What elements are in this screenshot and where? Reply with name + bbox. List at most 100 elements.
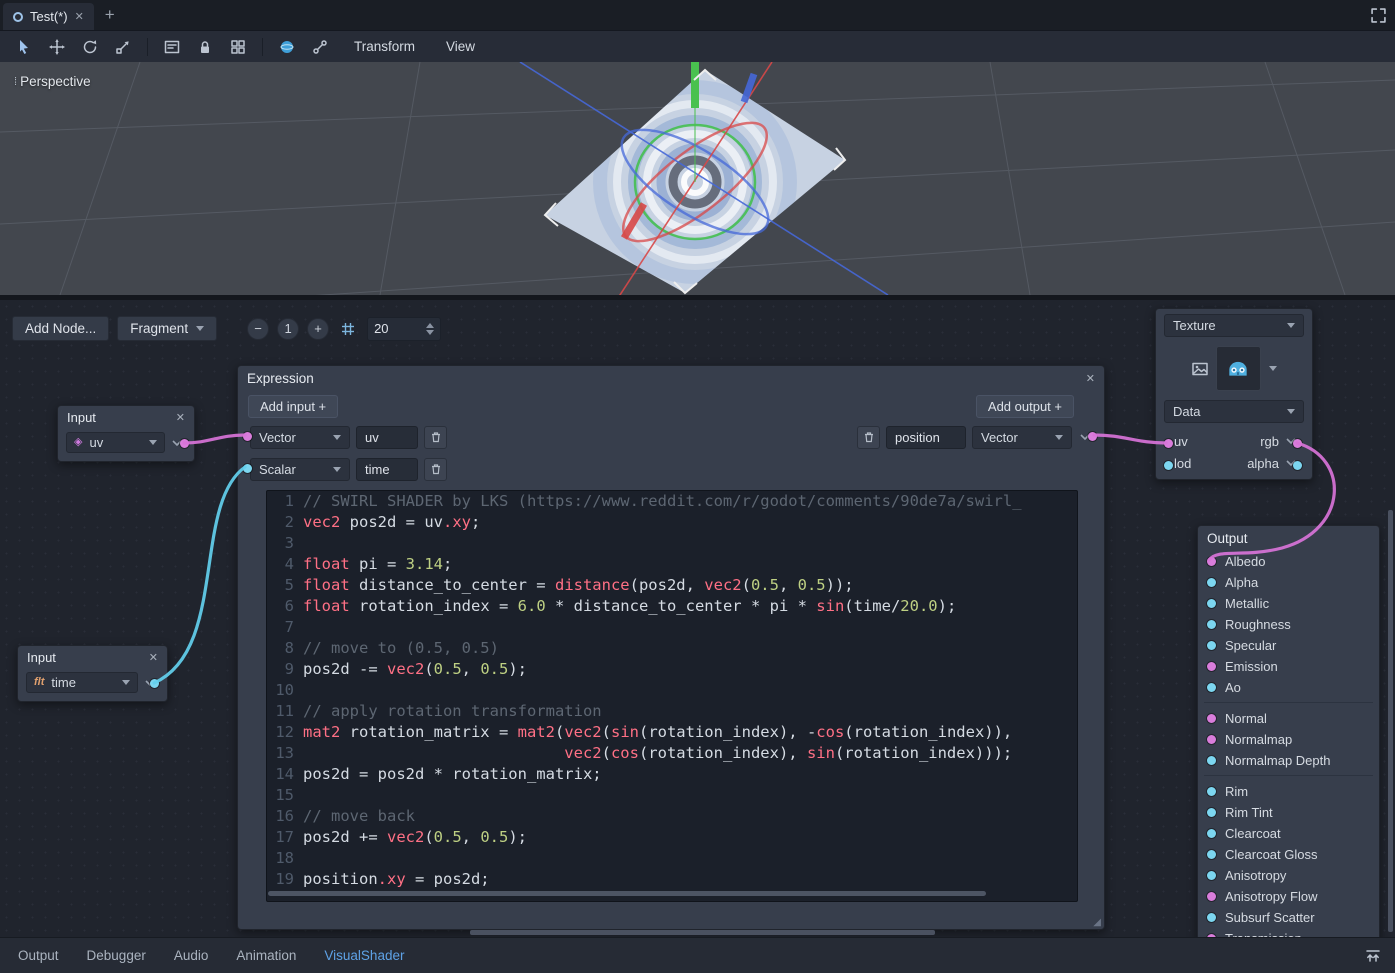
port-dot[interactable]: [1207, 662, 1216, 671]
perspective-menu[interactable]: ⁞ Perspective: [14, 74, 91, 89]
gizmo-sphere-icon[interactable]: [274, 35, 300, 59]
bottom-tab-debugger[interactable]: Debugger: [73, 948, 160, 963]
bottom-tab-audio[interactable]: Audio: [160, 948, 223, 963]
texture-preview[interactable]: [1216, 346, 1261, 391]
resize-grabber-icon[interactable]: ◢: [1093, 918, 1101, 928]
output-type-dropdown[interactable]: Vector: [972, 426, 1072, 449]
expression-node-header[interactable]: Expression ✕: [238, 366, 1104, 391]
output-port-normalmap[interactable]: Normalmap: [1198, 729, 1379, 750]
scene-tab[interactable]: Test(*) ✕: [3, 3, 94, 30]
expand-panel-icon[interactable]: [1355, 949, 1391, 963]
zoom-reset-button[interactable]: 1: [277, 318, 299, 340]
input-uv-output-port[interactable]: [180, 439, 189, 448]
texture-type-dropdown[interactable]: Texture: [1164, 314, 1304, 337]
input-time-output-port[interactable]: [150, 679, 159, 688]
visual-shader-graph[interactable]: Add Node... Fragment − 1 + 20 Expression…: [0, 300, 1395, 937]
port-dot[interactable]: [1207, 714, 1216, 723]
bottom-tab-animation[interactable]: Animation: [222, 948, 310, 963]
lock-icon[interactable]: [192, 35, 218, 59]
input-name-field[interactable]: [356, 458, 418, 481]
zoom-out-button[interactable]: −: [247, 318, 269, 340]
transform-menu[interactable]: Transform: [344, 36, 425, 57]
input-name-field[interactable]: [356, 426, 418, 449]
output-port-metallic[interactable]: Metallic: [1198, 593, 1379, 614]
output-name-field[interactable]: [886, 426, 966, 449]
close-node-icon[interactable]: ✕: [176, 411, 185, 424]
port-dot[interactable]: [1207, 787, 1216, 796]
bottom-tab-visualshader[interactable]: VisualShader: [310, 948, 418, 963]
port-dot[interactable]: [1207, 599, 1216, 608]
snap-grid-icon[interactable]: [337, 318, 359, 340]
add-node-button[interactable]: Add Node...: [12, 316, 109, 341]
move-tool-icon[interactable]: [44, 35, 70, 59]
input-value-dropdown[interactable]: ◈ uv: [66, 432, 165, 453]
output-port-normalmap-depth[interactable]: Normalmap Depth: [1198, 750, 1379, 771]
graph-vscrollbar[interactable]: [1388, 510, 1393, 932]
output-port-transmission[interactable]: Transmission: [1198, 928, 1379, 937]
add-input-button[interactable]: Add input +: [248, 395, 338, 418]
input-value-dropdown[interactable]: flt time: [26, 672, 138, 693]
select-tool-icon[interactable]: [11, 35, 37, 59]
output-port-albedo[interactable]: Albedo: [1198, 551, 1379, 572]
input-node-time[interactable]: Input ✕ flt time: [17, 645, 168, 702]
output-port-clearcoat-gloss[interactable]: Clearcoat Gloss: [1198, 844, 1379, 865]
delete-input-button[interactable]: [424, 458, 447, 481]
new-tab-button[interactable]: +: [94, 2, 126, 28]
code-hscrollbar[interactable]: [268, 891, 986, 896]
port-dot[interactable]: [1207, 808, 1216, 817]
zoom-in-button[interactable]: +: [307, 318, 329, 340]
shader-mode-dropdown[interactable]: Fragment: [117, 316, 217, 341]
port-dot[interactable]: [1207, 735, 1216, 744]
port-dot[interactable]: [1207, 641, 1216, 650]
3d-viewport[interactable]: ⁞ Perspective: [0, 62, 1395, 295]
port-dot[interactable]: [1207, 871, 1216, 880]
tab-close-icon[interactable]: ✕: [75, 10, 84, 23]
expression-time-port[interactable]: [243, 464, 252, 473]
rotate-tool-icon[interactable]: [77, 35, 103, 59]
output-port-specular[interactable]: Specular: [1198, 635, 1379, 656]
port-dot[interactable]: [1207, 892, 1216, 901]
expression-position-port[interactable]: [1088, 432, 1097, 441]
output-port-subsurf-scatter[interactable]: Subsurf Scatter: [1198, 907, 1379, 928]
port-dot[interactable]: [1207, 934, 1216, 937]
port-dot[interactable]: [1207, 850, 1216, 859]
output-port-emission[interactable]: Emission: [1198, 656, 1379, 677]
port-dot[interactable]: [1207, 756, 1216, 765]
texture-rgb-port[interactable]: [1293, 439, 1302, 448]
port-dot[interactable]: [1207, 913, 1216, 922]
expression-node[interactable]: Expression ✕ Add input + Add output + Ve…: [237, 365, 1105, 930]
output-port-anisotropy[interactable]: Anisotropy: [1198, 865, 1379, 886]
output-port-anisotropy-flow[interactable]: Anisotropy Flow: [1198, 886, 1379, 907]
bottom-tab-output[interactable]: Output: [4, 948, 73, 963]
input-type-dropdown[interactable]: Scalar: [250, 458, 350, 481]
output-port-rim-tint[interactable]: Rim Tint: [1198, 802, 1379, 823]
group-icon[interactable]: [225, 35, 251, 59]
delete-input-button[interactable]: [424, 426, 447, 449]
spinbox-arrows-icon[interactable]: [426, 323, 434, 335]
texture-lod-port[interactable]: [1164, 461, 1173, 470]
delete-output-button[interactable]: [857, 426, 880, 449]
texture-slot[interactable]: [1164, 346, 1304, 391]
output-port-alpha[interactable]: Alpha: [1198, 572, 1379, 593]
snap-step-spinbox[interactable]: 20: [367, 317, 441, 341]
port-dot[interactable]: [1207, 557, 1216, 566]
port-dot[interactable]: [1207, 829, 1216, 838]
output-node[interactable]: Output AlbedoAlphaMetallicRoughnessSpecu…: [1197, 525, 1380, 937]
expression-uv-port[interactable]: [243, 432, 252, 441]
port-dot[interactable]: [1207, 620, 1216, 629]
input-type-dropdown[interactable]: Vector: [250, 426, 350, 449]
fullscreen-toggle-icon[interactable]: [1362, 8, 1395, 23]
port-dot[interactable]: [1207, 683, 1216, 692]
output-port-clearcoat[interactable]: Clearcoat: [1198, 823, 1379, 844]
skeleton-icon[interactable]: [307, 35, 333, 59]
texture-alpha-port[interactable]: [1293, 461, 1302, 470]
texture-data-dropdown[interactable]: Data: [1164, 400, 1304, 423]
expression-code-editor[interactable]: 1// SWIRL SHADER by LKS (https://www.red…: [266, 490, 1078, 902]
close-node-icon[interactable]: ✕: [1086, 372, 1095, 385]
scale-tool-icon[interactable]: [110, 35, 136, 59]
list-select-icon[interactable]: [159, 35, 185, 59]
view-menu[interactable]: View: [436, 36, 485, 57]
texture-node[interactable]: Texture: [1155, 308, 1313, 480]
chevron-down-icon[interactable]: [1269, 366, 1277, 371]
output-port-normal[interactable]: Normal: [1198, 708, 1379, 729]
